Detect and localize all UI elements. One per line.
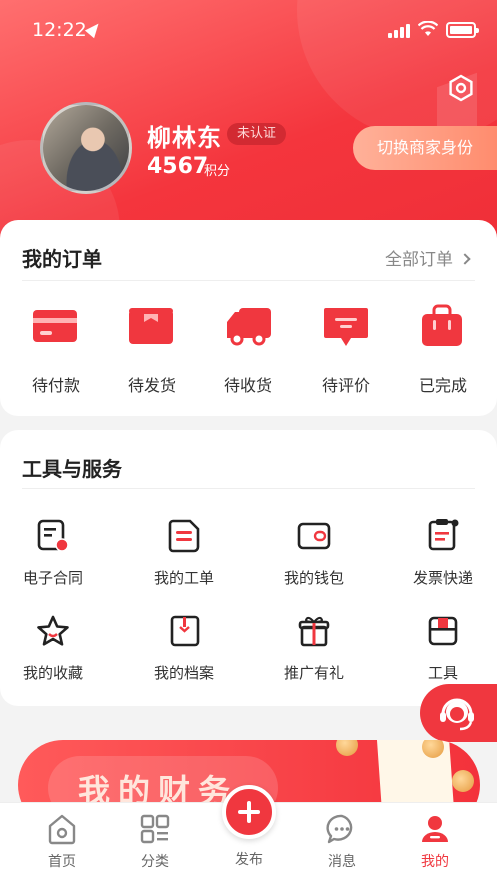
chevron-right-icon: [459, 253, 471, 265]
tab-label: 消息: [328, 854, 356, 870]
toolbox-icon: [428, 616, 458, 646]
box-icon: [129, 308, 173, 344]
headset-icon: [440, 698, 474, 731]
bottom-tab-bar: 首页 分类 发布 消息 我的: [0, 785, 497, 883]
truck-icon: [227, 308, 271, 346]
order-label: 待付款: [31, 376, 80, 395]
archive-icon: [170, 615, 200, 647]
home-icon: [48, 814, 76, 845]
orders-title: 我的订单: [22, 247, 102, 271]
card-icon: [33, 310, 77, 342]
comment-icon: [324, 308, 368, 346]
tab-label: 首页: [48, 854, 76, 870]
switch-merchant-button[interactable]: 切换商家身份: [353, 126, 497, 170]
tab-label: 我的: [421, 854, 449, 870]
avatar[interactable]: [40, 102, 132, 194]
tool-label: 工具: [427, 664, 458, 682]
category-icon: [140, 814, 170, 844]
message-icon: [326, 814, 353, 844]
status-time: 12:22: [32, 19, 87, 41]
cellular-signal-icon: [388, 22, 414, 38]
tab-label: 分类: [141, 854, 169, 870]
order-label: 待发货: [127, 376, 176, 395]
all-orders-link[interactable]: 全部订单: [385, 245, 471, 270]
all-orders-label: 全部订单: [385, 250, 453, 270]
bag-icon: [422, 304, 462, 346]
order-label: 待评价: [321, 376, 370, 395]
tool-label: 我的钱包: [283, 569, 344, 587]
user-name: 柳林东: [147, 124, 222, 152]
tool-label: 我的收藏: [22, 664, 83, 682]
tool-label: 推广有礼: [283, 664, 344, 682]
tool-label: 电子合同: [22, 569, 83, 587]
verification-badge[interactable]: 未认证: [227, 123, 287, 145]
divider: [22, 488, 475, 489]
order-label: 已完成: [418, 376, 467, 395]
customer-service-button[interactable]: [420, 684, 497, 742]
order-label: 待收货: [223, 376, 272, 395]
tool-label: 发票快递: [412, 569, 473, 587]
location-arrow-icon: [84, 19, 104, 39]
coin-icon: [452, 770, 474, 792]
wifi-icon: [418, 21, 438, 36]
coin-icon: [336, 740, 358, 756]
tools-title: 工具与服务: [22, 457, 122, 481]
tool-label: 我的工单: [153, 569, 214, 587]
contract-icon: [37, 519, 69, 552]
divider: [22, 280, 475, 281]
tab-label: 发布: [235, 852, 263, 868]
battery-icon: [446, 22, 479, 38]
wallet-icon: [297, 522, 331, 550]
points-label: 积分: [204, 164, 231, 179]
points-value: 4567: [147, 154, 209, 179]
plus-icon: [222, 785, 276, 839]
gift-icon: [298, 616, 330, 647]
tool-label: 我的档案: [153, 664, 214, 682]
invoice-icon: [428, 519, 459, 551]
user-icon: [422, 816, 448, 842]
star-icon: [37, 615, 69, 646]
status-bar: 12:22: [0, 0, 497, 60]
work-order-icon: [168, 519, 200, 553]
settings-hexagon-icon[interactable]: [446, 73, 476, 103]
